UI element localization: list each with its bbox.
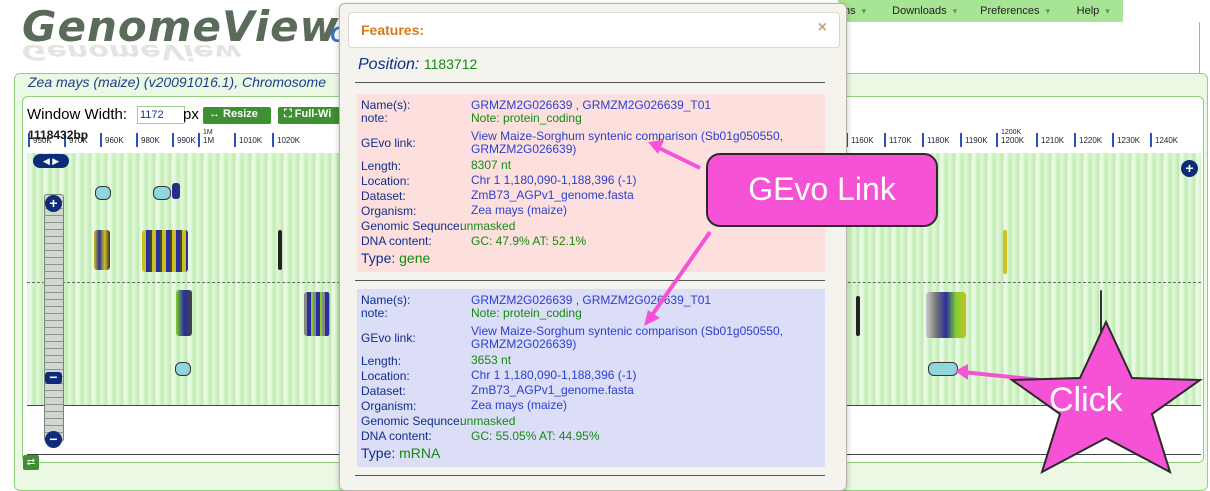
arrow-head: [648, 140, 664, 154]
arrow-head: [955, 364, 968, 380]
gevo-link-callout: GEvo Link: [706, 153, 938, 227]
arrow-line: [648, 230, 712, 320]
arrow-line: [654, 144, 701, 170]
click-callout: Click: [1049, 381, 1123, 419]
annotation-arrows: [644, 140, 1204, 475]
